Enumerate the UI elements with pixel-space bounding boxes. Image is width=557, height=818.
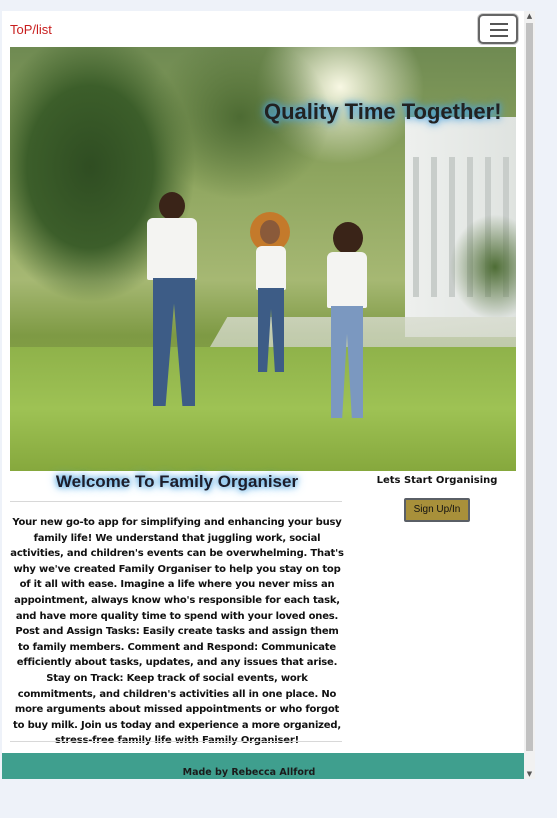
hero-image: Quality Time Together! <box>10 47 516 471</box>
navbar-toggler-button[interactable] <box>478 14 518 44</box>
navbar: ToP/list <box>2 11 524 47</box>
page-viewport: ToP/list Quality Time Together! Welcome … <box>2 11 524 779</box>
about-text: Your new go-to app for simplifying and e… <box>10 517 344 747</box>
scrollbar-thumb[interactable] <box>526 23 533 751</box>
divider <box>10 741 342 742</box>
footer-credit: Made by Rebecca Allford <box>182 767 316 778</box>
divider <box>10 501 342 502</box>
start-organising-label: Lets Start Organising <box>376 475 498 486</box>
welcome-heading: Welcome To Family Organiser <box>55 472 299 491</box>
footer: Made by Rebecca Allford <box>2 753 524 779</box>
scroll-up-arrow-icon[interactable]: ▲ <box>526 12 533 20</box>
sign-up-in-button[interactable]: Sign Up/In <box>404 498 470 522</box>
brand-link[interactable]: ToP/list <box>10 22 52 37</box>
hero-title: Quality Time Together! <box>264 99 502 124</box>
vertical-scrollbar[interactable]: ▲ ▼ <box>524 11 535 779</box>
scroll-down-arrow-icon[interactable]: ▼ <box>526 770 533 778</box>
